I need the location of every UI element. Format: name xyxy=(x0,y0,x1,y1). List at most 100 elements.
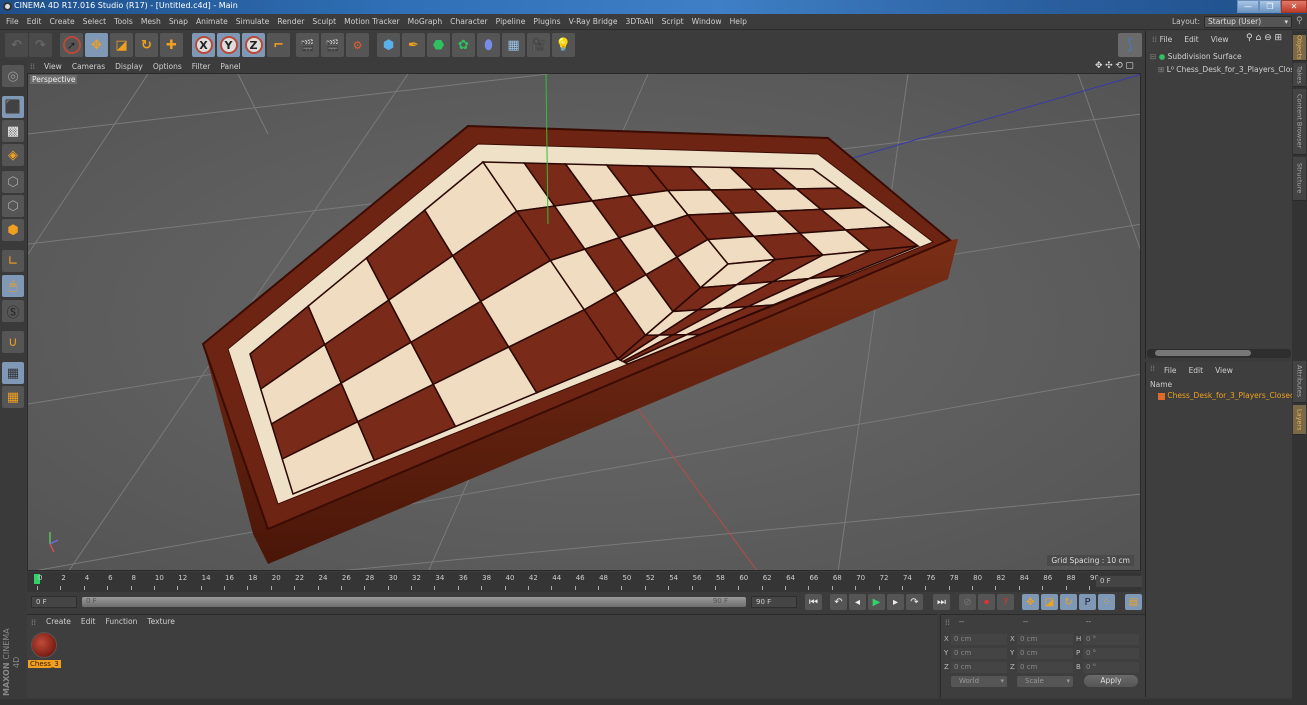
zoom-view-icon[interactable]: ✣ xyxy=(1105,61,1113,71)
layers-menu-edit[interactable]: Edit xyxy=(1189,366,1204,375)
material-chess-3[interactable] xyxy=(31,632,57,658)
size-mode-select[interactable]: Scale ▾ xyxy=(1017,676,1073,687)
timeline-scheme-button[interactable]: ▤ xyxy=(1125,594,1142,610)
render-picture-viewer-button[interactable]: 🎬 xyxy=(321,33,344,57)
menu-edit[interactable]: Edit xyxy=(23,14,46,30)
size-x-field[interactable]: 0 cm xyxy=(1017,634,1073,645)
apply-button[interactable]: Apply xyxy=(1084,675,1138,687)
position-x-field[interactable]: 0 cm xyxy=(951,634,1007,645)
toggle-icon[interactable]: ⊖ xyxy=(1264,33,1272,43)
tree-row-subdivision-surface[interactable]: ⊟ ● Subdivision Surface xyxy=(1150,52,1242,61)
layers-menu-file[interactable]: File xyxy=(1164,366,1177,375)
viewport-menu-display[interactable]: Display xyxy=(110,60,148,73)
viewport-menu-cameras[interactable]: Cameras xyxy=(67,60,110,73)
key-scale-button[interactable]: ◪ xyxy=(1041,594,1058,610)
toggle-view-icon[interactable]: ▢ xyxy=(1125,61,1134,71)
go-to-start-button[interactable]: ⏮ xyxy=(805,594,822,610)
menu-character[interactable]: Character xyxy=(446,14,492,30)
menu-script[interactable]: Script xyxy=(658,14,688,30)
tweak-mode-icon[interactable]: 🖱 xyxy=(2,275,24,297)
layer-color-swatch[interactable] xyxy=(1158,392,1165,400)
rotate-view-icon[interactable]: ⟲ xyxy=(1115,61,1123,71)
scale-button[interactable]: ◪ xyxy=(110,33,133,57)
polygons-mode-icon[interactable]: ⬢ xyxy=(2,219,24,241)
layout-select[interactable]: Startup (User) ▾ xyxy=(1204,16,1292,28)
next-frame-button[interactable]: ▸ xyxy=(887,594,904,610)
layers-menu-view[interactable]: View xyxy=(1215,366,1233,375)
menu-pipeline[interactable]: Pipeline xyxy=(492,14,530,30)
minimize-button[interactable]: — xyxy=(1237,0,1259,13)
object-menu-file[interactable]: File xyxy=(1160,35,1173,44)
material-menu-function[interactable]: Function xyxy=(100,615,142,629)
light-button[interactable]: 💡 xyxy=(552,33,575,57)
menu-snap[interactable]: Snap xyxy=(165,14,192,30)
locked-workplane-icon[interactable]: ▦ xyxy=(2,386,24,408)
workplane-lock-icon[interactable]: ▦ xyxy=(2,362,24,384)
viewport-menu-options[interactable]: Options xyxy=(148,60,187,73)
menu-simulate[interactable]: Simulate xyxy=(232,14,274,30)
material-label[interactable]: Chess_3 xyxy=(28,660,61,668)
object-menu-edit[interactable]: Edit xyxy=(1184,35,1199,44)
layer-row[interactable]: Chess_Desk_for_3_Players_Closed xyxy=(1158,391,1292,400)
material-menu-create[interactable]: Create xyxy=(41,615,76,629)
search-icon[interactable]: ⚲ xyxy=(1296,16,1303,26)
menu-create[interactable]: Create xyxy=(45,14,78,30)
key-position-button[interactable]: ✥ xyxy=(1022,594,1039,610)
tab-takes[interactable]: Takes xyxy=(1293,63,1306,87)
start-frame-field[interactable]: 0 F xyxy=(31,596,77,608)
menu-plugins[interactable]: Plugins xyxy=(529,14,564,30)
material-menu-edit[interactable]: Edit xyxy=(76,615,101,629)
end-frame-field[interactable]: 90 F xyxy=(751,596,797,608)
menu-window[interactable]: Window xyxy=(688,14,726,30)
expand-icon[interactable]: ⊟ xyxy=(1150,52,1156,61)
previous-frame-button[interactable]: ◂ xyxy=(849,594,866,610)
x-axis-button[interactable]: X xyxy=(192,33,215,57)
previous-key-button[interactable]: ↶ xyxy=(830,594,847,610)
viewport-menu-panel[interactable]: Panel xyxy=(215,60,245,73)
edges-mode-icon[interactable]: ⬡ xyxy=(2,195,24,217)
mograph-button[interactable]: ✿ xyxy=(452,33,475,57)
tab-content-browser[interactable]: Content Browser xyxy=(1293,89,1306,155)
expand-icon[interactable]: ⊞ xyxy=(1158,65,1164,74)
play-button[interactable]: ▶ xyxy=(868,594,885,610)
coordinate-mode-select[interactable]: World ▾ xyxy=(951,676,1007,687)
cube-button[interactable]: ⬢ xyxy=(377,33,400,57)
position-z-field[interactable]: 0 cm xyxy=(951,662,1007,673)
current-frame-field[interactable]: 0 F xyxy=(1096,576,1142,587)
menu-mesh[interactable]: Mesh xyxy=(137,14,165,30)
home-icon[interactable]: ⌂ xyxy=(1255,33,1261,43)
search-icon[interactable]: ⚲ xyxy=(1246,33,1253,43)
record-button[interactable]: ? xyxy=(997,594,1014,610)
menu-mograph[interactable]: MoGraph xyxy=(404,14,447,30)
menu-animate[interactable]: Animate xyxy=(192,14,232,30)
move-view-icon[interactable]: ✥ xyxy=(1095,61,1103,71)
tab-structure[interactable]: Structure xyxy=(1293,157,1306,201)
timeline-ruler[interactable]: 0 2 4 6 8 10 12 14 16 18 20 22 24 26 28 30 32 34 36 38 40 42 4… xyxy=(27,572,1141,592)
rotation-b-field[interactable]: 0 ° xyxy=(1083,662,1139,673)
close-button[interactable]: ✕ xyxy=(1281,0,1307,13)
menu-render[interactable]: Render xyxy=(273,14,308,30)
menu-select[interactable]: Select xyxy=(79,14,110,30)
recent-tool-button[interactable]: ✚ xyxy=(160,33,183,57)
key-rotation-button[interactable]: ↻ xyxy=(1060,594,1077,610)
subdivision-button[interactable]: ⬣ xyxy=(427,33,450,57)
camera-button[interactable]: 🎥 xyxy=(527,33,550,57)
viewport-perspective[interactable]: Perspective Grid Spacing : 10 cm xyxy=(27,73,1141,571)
solo-icon[interactable]: Ⓢ xyxy=(2,300,24,322)
axis-mode-icon[interactable]: ∟ xyxy=(2,250,24,272)
deformer-button[interactable]: ⬮ xyxy=(477,33,500,57)
scrollbar-thumb[interactable] xyxy=(1155,350,1251,356)
z-axis-button[interactable]: Z xyxy=(242,33,265,57)
new-window-icon[interactable]: ⊞ xyxy=(1274,33,1282,43)
coordinate-system-button[interactable]: ⌐ xyxy=(267,33,290,57)
undo-icon[interactable]: ↶ xyxy=(5,33,28,57)
key-pla-button[interactable]: ⁘ xyxy=(1098,594,1115,610)
menu-help[interactable]: Help xyxy=(726,14,751,30)
live-selection-button[interactable]: ➚ xyxy=(60,33,83,57)
texture-mode-icon[interactable]: ▩ xyxy=(2,120,24,142)
menu-v-ray-bridge[interactable]: V-Ray Bridge xyxy=(565,14,622,30)
position-y-field[interactable]: 0 cm xyxy=(951,648,1007,659)
render-view-button[interactable]: 🎬 xyxy=(296,33,319,57)
points-mode-icon[interactable]: ⬡ xyxy=(2,171,24,193)
tab-layers[interactable]: Layers xyxy=(1293,405,1306,435)
